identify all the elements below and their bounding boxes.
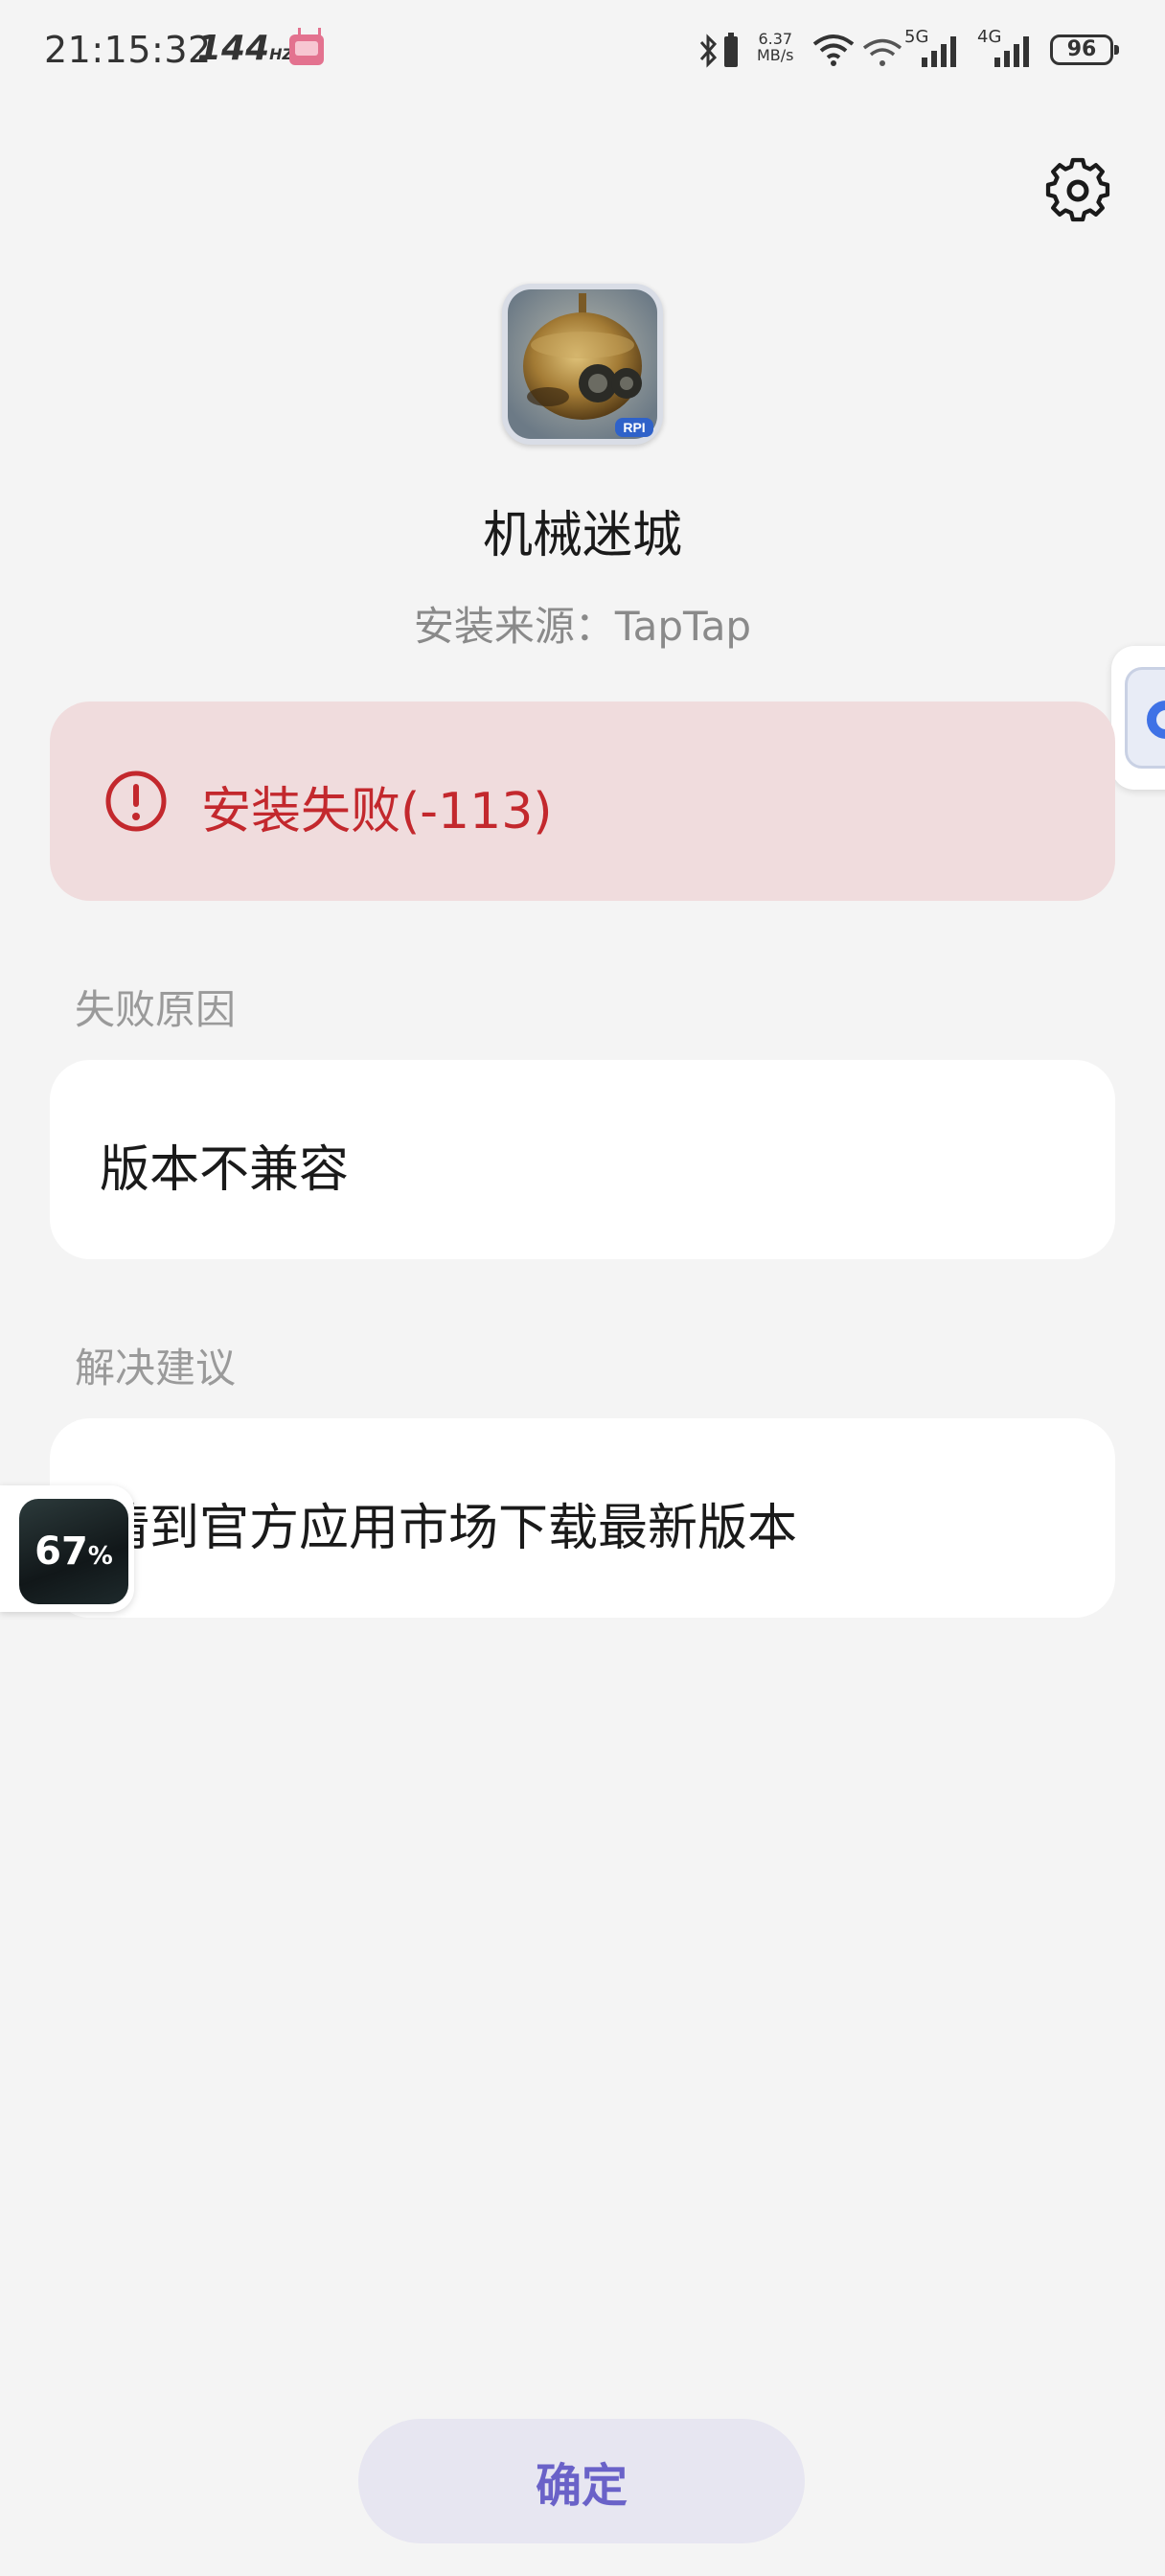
refresh-rate-value: 144 xyxy=(197,29,270,68)
app-icon-badge: RPI xyxy=(623,420,645,435)
status-bar: 21:15:32 144HZ 6.37 MB/s 5G 4G 96 xyxy=(0,0,1165,104)
net-speed-value: 6.37 xyxy=(758,30,793,48)
suggestion-text: 请到官方应用市场下载最新版本 xyxy=(100,1500,798,1557)
battery-small-icon xyxy=(724,33,738,67)
suggestion-card: 请到官方应用市场下载最新版本 xyxy=(50,1418,1115,1618)
progress-text: 67% xyxy=(19,1530,128,1574)
progress-game-thumbnail: 67% xyxy=(19,1499,128,1604)
confirm-label: 确定 xyxy=(535,2459,628,2513)
confirm-button[interactable]: 确定 xyxy=(358,2419,805,2543)
app-source: 安装来源：TapTap xyxy=(413,603,752,650)
tv-icon xyxy=(289,34,324,65)
net-speed: 6.37 MB/s xyxy=(757,31,794,63)
side-floating-tab[interactable] xyxy=(1111,646,1165,790)
reason-text: 版本不兼容 xyxy=(100,1141,350,1199)
signal-icon xyxy=(922,36,956,67)
progress-unit: % xyxy=(87,1542,113,1571)
wifi-icon xyxy=(812,34,855,66)
wifi-icon-2 xyxy=(862,38,902,66)
progress-value: 67 xyxy=(34,1530,88,1574)
battery-icon: 96 xyxy=(1050,34,1119,65)
bluetooth-icon xyxy=(699,34,718,68)
signal-icon-2 xyxy=(994,36,1029,67)
alert-circle-icon xyxy=(105,770,167,832)
status-time: 21:15:32 xyxy=(44,29,212,71)
download-progress-bubble[interactable]: 67% xyxy=(0,1485,134,1612)
suggestion-label: 解决建议 xyxy=(75,1345,237,1392)
app-icon: RPI xyxy=(502,284,663,445)
reason-card: 版本不兼容 xyxy=(50,1060,1115,1259)
settings-gear-icon[interactable] xyxy=(1044,157,1111,224)
assistant-ring-icon xyxy=(1147,701,1165,739)
error-text: 安装失败(-113) xyxy=(201,783,553,840)
robot-icon: RPI xyxy=(508,289,657,439)
refresh-rate: 144HZ xyxy=(197,29,293,68)
net-speed-unit: MB/s xyxy=(757,46,794,64)
app-name: 机械迷城 xyxy=(482,507,682,564)
side-floating-tab-inner xyxy=(1125,667,1165,769)
error-banner: 安装失败(-113) xyxy=(50,702,1115,901)
reason-label: 失败原因 xyxy=(75,986,237,1033)
install-result-page: 21:15:32 144HZ 6.37 MB/s 5G 4G 96 RPI 机械… xyxy=(0,0,1165,2576)
